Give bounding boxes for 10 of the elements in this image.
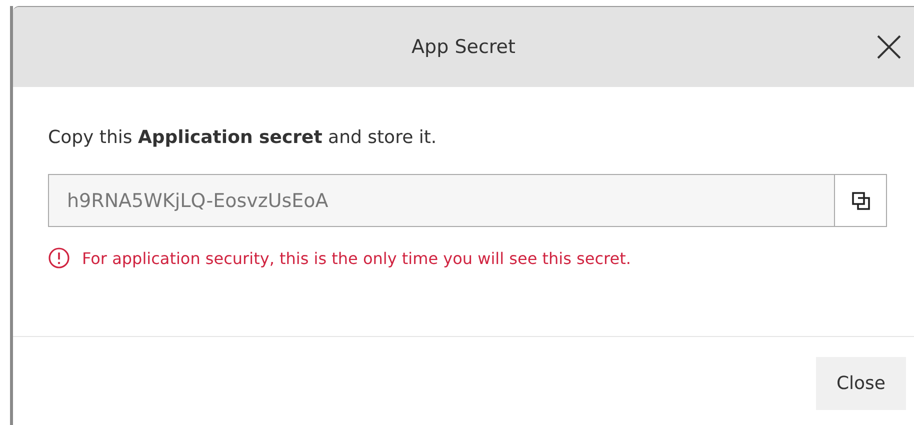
warning-text: For application security, this is the only time you will see this secret. (82, 248, 631, 268)
close-button[interactable] (876, 34, 902, 60)
close-button[interactable]: Close (816, 357, 906, 410)
copy-button[interactable] (835, 174, 887, 227)
copy-icon (850, 190, 870, 210)
instruction-text: Copy this Application secret and store it. (48, 127, 438, 148)
close-icon (876, 34, 902, 60)
dialog-title: App Secret (412, 36, 516, 58)
warning-icon (48, 247, 70, 269)
secret-field[interactable]: h9RNA5WKjLQ-EosvzUsEoA (48, 174, 835, 227)
